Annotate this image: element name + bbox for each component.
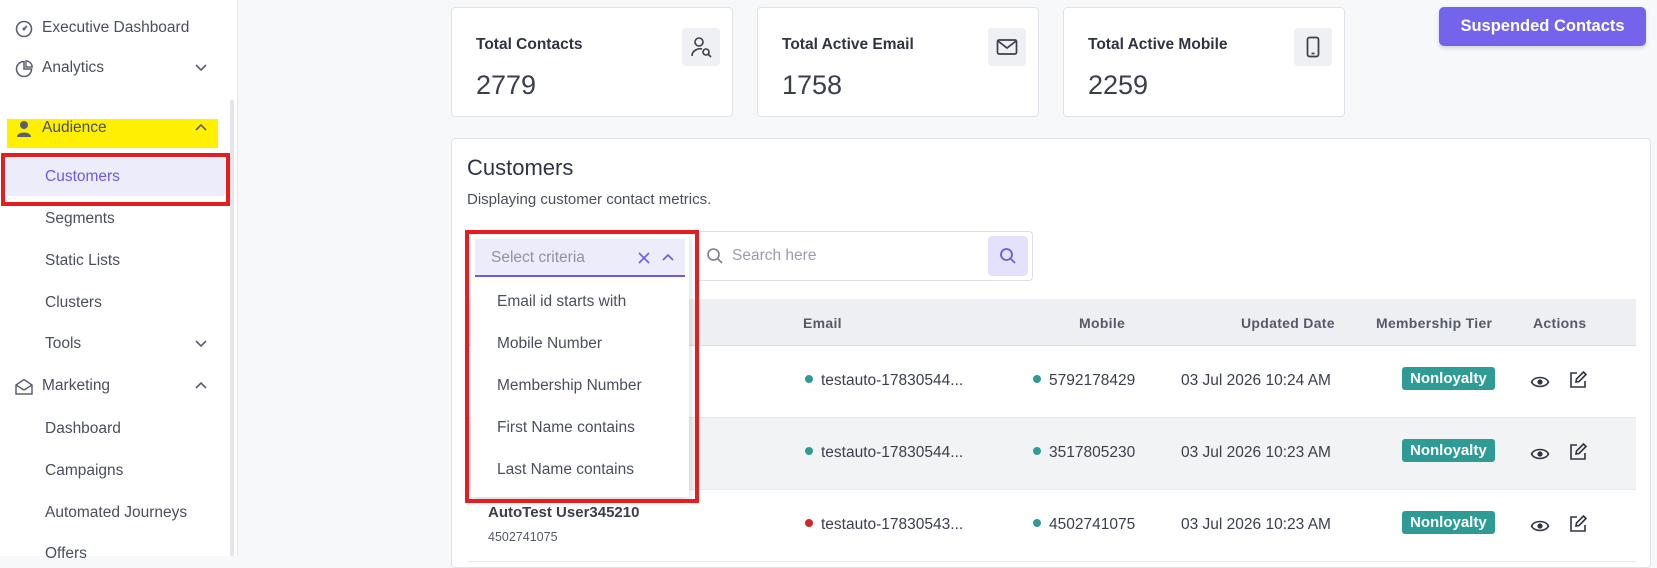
page-subtitle: Displaying customer contact metrics.	[467, 191, 712, 208]
email-cell: testauto-17830543...	[805, 516, 963, 534]
search-icon	[1000, 248, 1016, 264]
chevron-up-icon	[195, 123, 207, 131]
mobile-value: 4502741075	[1049, 516, 1136, 533]
column-header-updated-date[interactable]: Updated Date	[1241, 315, 1335, 331]
sidebar: Executive Dashboard Analytics Audience C…	[0, 0, 238, 562]
stat-value: 1758	[782, 70, 843, 100]
customer-sub-number: 4502741075	[488, 530, 558, 544]
email-cell: testauto-17830544...	[805, 372, 963, 390]
tier-badge: Nonloyalty	[1402, 511, 1495, 534]
email-status-dot	[805, 518, 813, 527]
email-value: testauto-17830543...	[821, 516, 964, 533]
edit-icon[interactable]	[1568, 514, 1588, 534]
stat-title: Total Contacts	[476, 36, 583, 53]
annotation-box-customers	[1, 153, 230, 206]
sidebar-item-label: Audience	[42, 119, 107, 136]
updated-date-cell: 03 Jul 2026 10:23 AM	[1181, 444, 1331, 461]
sidebar-item-label: Marketing	[42, 377, 111, 394]
view-icon[interactable]	[1530, 516, 1550, 536]
mobile-icon	[1294, 28, 1332, 66]
column-header-email[interactable]: Email	[803, 315, 842, 331]
search-input[interactable]	[732, 243, 982, 269]
sidebar-subitem-automated-journeys[interactable]: Automated Journeys	[45, 504, 187, 522]
column-header-membership-tier[interactable]: Membership Tier	[1376, 315, 1492, 331]
envelope-icon	[15, 378, 33, 395]
edit-icon[interactable]	[1568, 442, 1588, 462]
tier-badge: Nonloyalty	[1402, 367, 1495, 390]
sidebar-subitem-clusters[interactable]: Clusters	[45, 294, 102, 312]
sidebar-scrollbar[interactable]	[230, 100, 234, 556]
mobile-status-dot	[1033, 446, 1041, 455]
mobile-cell: 3517805230	[1033, 444, 1135, 462]
customer-name[interactable]: AutoTest User345210	[488, 504, 639, 521]
email-value: testauto-17830544...	[821, 444, 964, 461]
sidebar-subitem-static-lists[interactable]: Static Lists	[45, 252, 120, 270]
sidebar-subitem-offers[interactable]: Offers	[45, 545, 87, 563]
email-status-dot	[805, 446, 813, 455]
stat-value: 2779	[476, 70, 537, 100]
email-value: testauto-17830544...	[821, 372, 964, 389]
edit-icon[interactable]	[1568, 370, 1588, 390]
stat-value: 2259	[1088, 70, 1149, 100]
updated-date-cell: 03 Jul 2026 10:23 AM	[1181, 516, 1331, 533]
chevron-down-icon	[195, 340, 207, 348]
mobile-value: 5792178429	[1049, 372, 1136, 389]
mobile-status-dot	[1033, 518, 1041, 527]
tier-badge: Nonloyalty	[1402, 439, 1495, 462]
stat-title: Total Active Email	[782, 36, 914, 53]
page-title: Customers	[467, 155, 574, 180]
sidebar-subitem-campaigns[interactable]: Campaigns	[45, 462, 123, 480]
email-status-dot	[805, 374, 813, 383]
mobile-value: 3517805230	[1049, 444, 1136, 461]
sidebar-item-audience[interactable]: Audience	[0, 110, 224, 146]
chevron-down-icon	[195, 64, 207, 72]
annotation-box-criteria	[465, 230, 699, 503]
mail-icon	[988, 28, 1026, 66]
sidebar-item-marketing[interactable]: Marketing	[0, 368, 224, 404]
sidebar-item-label: Executive Dashboard	[42, 19, 190, 36]
sidebar-subitem-tools[interactable]: Tools	[0, 326, 224, 362]
sidebar-subitem-segments[interactable]: Segments	[45, 210, 115, 228]
search-button[interactable]	[988, 236, 1028, 276]
sidebar-item-label: Analytics	[42, 59, 105, 76]
view-icon[interactable]	[1530, 444, 1550, 464]
updated-date-cell: 03 Jul 2026 10:24 AM	[1181, 372, 1331, 389]
stat-card-total-active-email: Total Active Email 1758	[757, 7, 1039, 117]
mobile-status-dot	[1033, 374, 1041, 383]
email-cell: testauto-17830544...	[805, 444, 963, 462]
stat-card-total-active-mobile: Total Active Mobile 2259	[1063, 7, 1345, 117]
sidebar-item-analytics[interactable]: Analytics	[0, 50, 224, 86]
stat-card-total-contacts: Total Contacts 2779	[451, 7, 733, 117]
view-icon[interactable]	[1530, 372, 1550, 392]
sidebar-item-label: Tools	[45, 335, 82, 352]
search-bar	[695, 231, 1033, 281]
analytics-icon	[15, 60, 33, 78]
dashboard-icon	[15, 20, 33, 38]
mobile-cell: 5792178429	[1033, 372, 1135, 390]
mobile-cell: 4502741075	[1033, 516, 1135, 534]
column-header-actions: Actions	[1533, 315, 1587, 331]
chevron-up-icon	[195, 381, 207, 389]
suspended-contacts-button[interactable]: Suspended Contacts	[1439, 7, 1646, 46]
sidebar-item-executive-dashboard[interactable]: Executive Dashboard	[0, 10, 224, 46]
column-header-mobile[interactable]: Mobile	[1079, 315, 1125, 331]
search-icon	[707, 248, 723, 264]
stat-title: Total Active Mobile	[1088, 36, 1228, 53]
contact-search-icon	[682, 28, 720, 66]
sidebar-subitem-dashboard[interactable]: Dashboard	[45, 420, 121, 438]
user-icon	[17, 121, 31, 137]
